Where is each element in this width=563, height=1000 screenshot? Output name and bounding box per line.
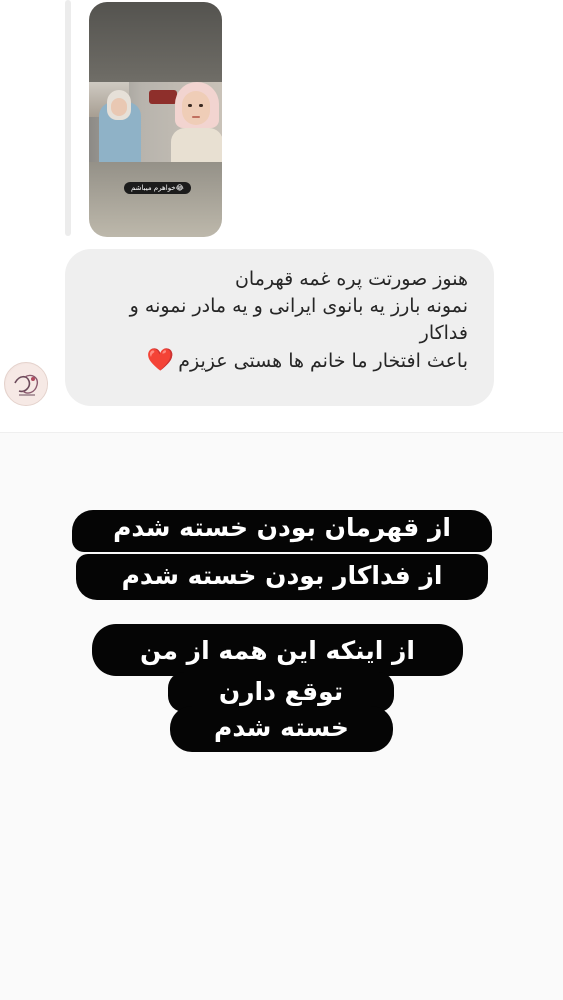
- story-caption: خواهرم میباشم😂: [124, 182, 191, 194]
- avatar-logo-icon: [6, 364, 47, 405]
- comment-line-4-text: باعث افتخار ما خانم ها هستی عزیزم: [178, 350, 468, 372]
- girl-eye-left: [188, 104, 192, 107]
- girl-body: [171, 128, 222, 162]
- story-photo: [89, 82, 222, 162]
- heart-emoji: ❤️: [146, 348, 175, 373]
- girl-face: [182, 91, 210, 125]
- dm-conversation: خواهرم میباشم😂 هنوز صورتت پره غمه قهرمان…: [0, 0, 563, 432]
- comment-line-4: باعث افتخار ما خانم ها هستی عزیزم❤️: [83, 347, 468, 375]
- story-reply-thumbnail[interactable]: خواهرم میباشم😂: [89, 2, 222, 237]
- comment-line-2: نمونه بارز یه بانوی ایرانی و یه مادر نمو…: [129, 295, 468, 317]
- story-text-line: خسته شدم: [170, 706, 393, 752]
- story-text-line: از قهرمان بودن خسته شدم: [72, 510, 492, 552]
- story-text-line: از فداکار بودن خسته شدم: [76, 554, 488, 600]
- avatar[interactable]: [4, 362, 48, 406]
- woman-face: [111, 98, 127, 116]
- comment-bubble[interactable]: هنوز صورتت پره غمه قهرمان نمونه بارز یه …: [65, 249, 494, 406]
- car-interior: [149, 90, 177, 104]
- story-text-line: از اینکه این همه از من: [92, 624, 463, 676]
- reply-indicator-bar: [65, 0, 71, 236]
- comment-line-3: فداکار: [419, 322, 468, 344]
- comment-line-1: هنوز صورتت پره غمه قهرمان: [234, 268, 468, 290]
- girl-mouth: [192, 116, 200, 118]
- girl-eye-right: [199, 104, 203, 107]
